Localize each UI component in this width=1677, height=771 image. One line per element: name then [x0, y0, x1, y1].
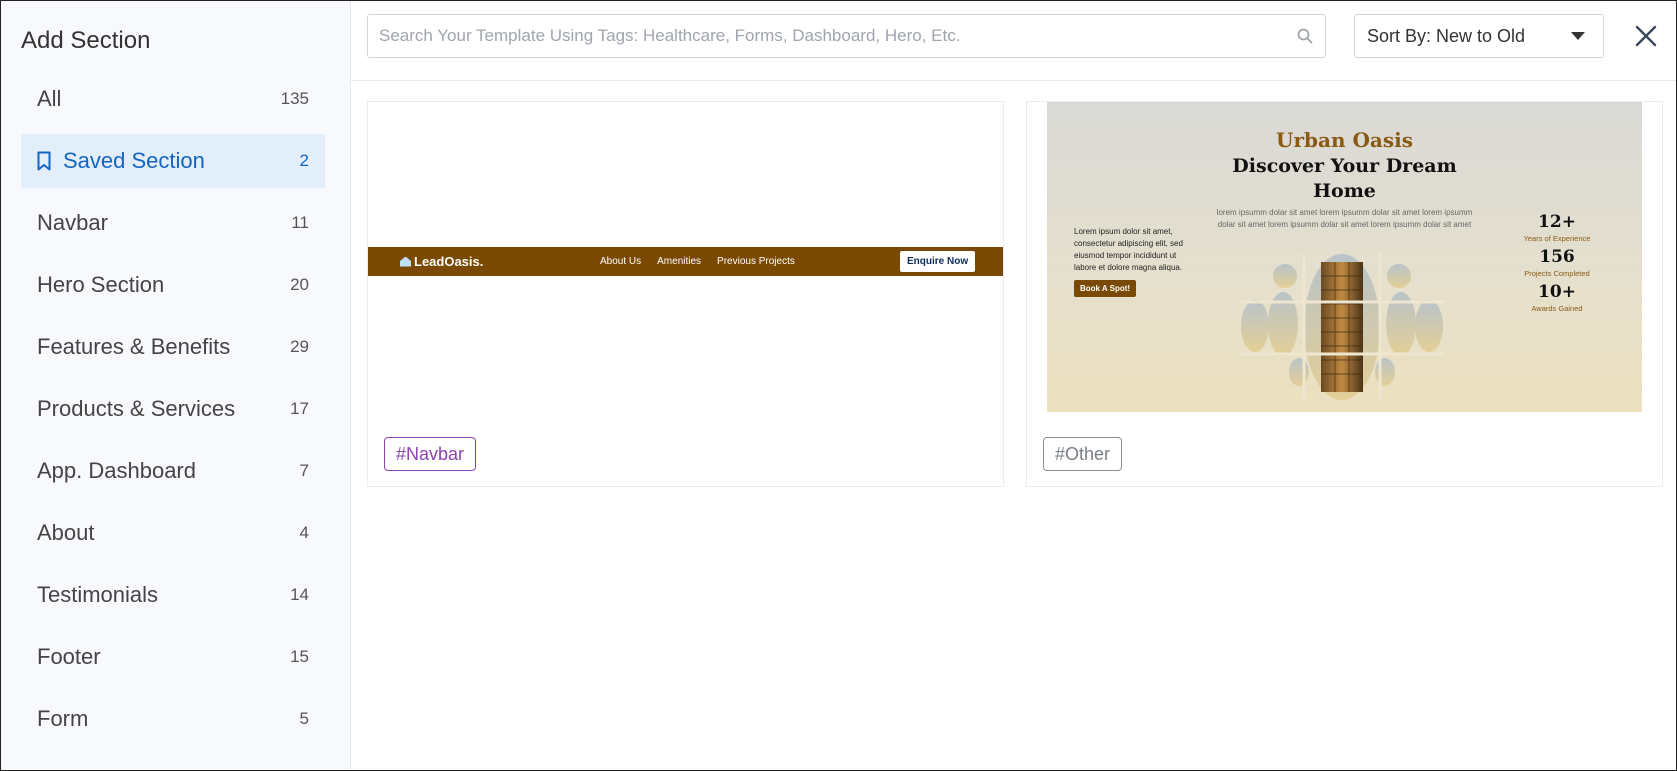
category-count: 5 — [299, 709, 309, 728]
preview-title: Discover Your Dream Home — [1047, 154, 1642, 204]
category-count: 14 — [290, 585, 309, 604]
preview-nav-link: About Us — [600, 256, 642, 267]
category-label: All — [37, 86, 62, 111]
preview-stats: 12+ Years of Experience 156 Projects Com… — [1497, 212, 1617, 317]
preview-lorem: lorem ipsumm dolar sit amet lorem ipsumm… — [1216, 208, 1473, 229]
stat-label: Awards Gained — [1531, 304, 1583, 313]
tag-navbar[interactable]: #Navbar — [384, 437, 477, 471]
close-button[interactable] — [1631, 21, 1661, 51]
category-item-features-benefits[interactable]: Features & Benefits 29 — [21, 320, 325, 374]
preview-nav-link: Previous Projects — [717, 256, 795, 267]
chevron-down-icon — [1571, 32, 1585, 40]
template-preview[interactable]: Urban Oasis Discover Your Dream Home lor… — [1027, 102, 1662, 412]
category-label: About — [37, 520, 95, 545]
stat-value: 10+ — [1538, 282, 1576, 302]
preview-logo-text: LeadOasis. — [414, 254, 484, 269]
home-icon — [400, 256, 411, 267]
category-count: 15 — [290, 647, 309, 666]
category-count: 7 — [299, 461, 309, 480]
category-item-about[interactable]: About 4 — [21, 506, 325, 560]
category-label: Form — [37, 706, 89, 731]
sort-select[interactable]: Sort By: New to Old — [1354, 14, 1604, 58]
search-input[interactable] — [368, 15, 1285, 57]
preview-nav-link: Amenities — [657, 256, 702, 267]
category-item-navbar[interactable]: Navbar 11 — [21, 196, 325, 250]
sort-label: Sort By: New to Old — [1367, 25, 1526, 46]
preview-book-button: Book A Spot! — [1074, 280, 1137, 297]
template-grid: LeadOasis. About Us Amenities Previous P… — [367, 101, 1663, 487]
preview-navbar: LeadOasis. About Us Amenities Previous P… — [368, 247, 1003, 276]
category-item-form[interactable]: Form 5 — [21, 692, 325, 746]
tag-other[interactable]: #Other — [1043, 437, 1123, 471]
category-label: Testimonials — [37, 582, 159, 607]
preview-title-line: Discover Your Dream — [1232, 155, 1457, 177]
category-count: 17 — [290, 399, 309, 418]
stat-label: Projects Completed — [1524, 269, 1590, 278]
category-label: Footer — [37, 644, 101, 669]
category-count: 20 — [290, 275, 309, 294]
category-count: 2 — [299, 151, 309, 170]
preview-eyebrow: Urban Oasis — [1276, 128, 1413, 152]
stat-value: 156 — [1539, 247, 1575, 267]
stat-label: Years of Experience — [1523, 234, 1591, 243]
preview-nav-links: About Us Amenities Previous Projects — [600, 247, 795, 276]
category-label: Saved Section — [63, 148, 205, 173]
template-preview[interactable]: LeadOasis. About Us Amenities Previous P… — [368, 102, 1003, 412]
category-item-footer[interactable]: Footer 15 — [21, 630, 325, 684]
sidebar-title: Add Section — [21, 27, 151, 54]
stat-value: 12+ — [1538, 212, 1576, 232]
category-count: 11 — [291, 213, 309, 232]
bookmark-icon — [37, 151, 51, 171]
preview-hero: Urban Oasis Discover Your Dream Home lor… — [1047, 102, 1642, 412]
category-list: All 135 Saved Section 2 Navbar 11 Hero S… — [1, 72, 350, 746]
category-item-all[interactable]: All 135 — [21, 72, 325, 126]
category-label: App. Dashboard — [37, 458, 196, 483]
search-icon[interactable] — [1285, 28, 1325, 44]
category-count: 29 — [290, 337, 309, 356]
category-item-testimonials[interactable]: Testimonials 14 — [21, 568, 325, 622]
category-item-saved-section[interactable]: Saved Section 2 — [21, 134, 325, 188]
template-card-navbar[interactable]: LeadOasis. About Us Amenities Previous P… — [367, 101, 1004, 487]
category-left: Saved Section — [37, 148, 205, 174]
category-item-app-dashboard[interactable]: App. Dashboard 7 — [21, 444, 325, 498]
template-card-other[interactable]: Urban Oasis Discover Your Dream Home lor… — [1026, 101, 1663, 487]
preview-cta-button: Enquire Now — [900, 251, 976, 272]
category-label: Hero Section — [37, 272, 165, 297]
close-icon — [1635, 25, 1657, 47]
preview-logo: LeadOasis. — [400, 247, 483, 276]
category-count: 135 — [280, 89, 309, 108]
building-collage-image — [1239, 254, 1445, 400]
preview-title-line: Home — [1313, 180, 1376, 202]
search-box — [367, 14, 1326, 58]
category-sidebar: Add Section All 135 Saved Section 2 Navb… — [1, 1, 351, 770]
category-item-products-services[interactable]: Products & Services 17 — [21, 382, 325, 436]
category-label: Features & Benefits — [37, 334, 231, 359]
category-item-hero-section[interactable]: Hero Section 20 — [21, 258, 325, 312]
category-label: Products & Services — [37, 396, 236, 421]
toolbar: Sort By: New to Old — [351, 1, 1676, 81]
category-label: Navbar — [37, 210, 108, 235]
category-count: 4 — [299, 523, 309, 542]
template-browser: Sort By: New to Old LeadOasis. Abo — [351, 1, 1676, 770]
preview-description: Lorem ipsum dolor sit amet, consectetur … — [1074, 227, 1183, 272]
add-section-modal: Add Section All 135 Saved Section 2 Navb… — [0, 0, 1677, 771]
